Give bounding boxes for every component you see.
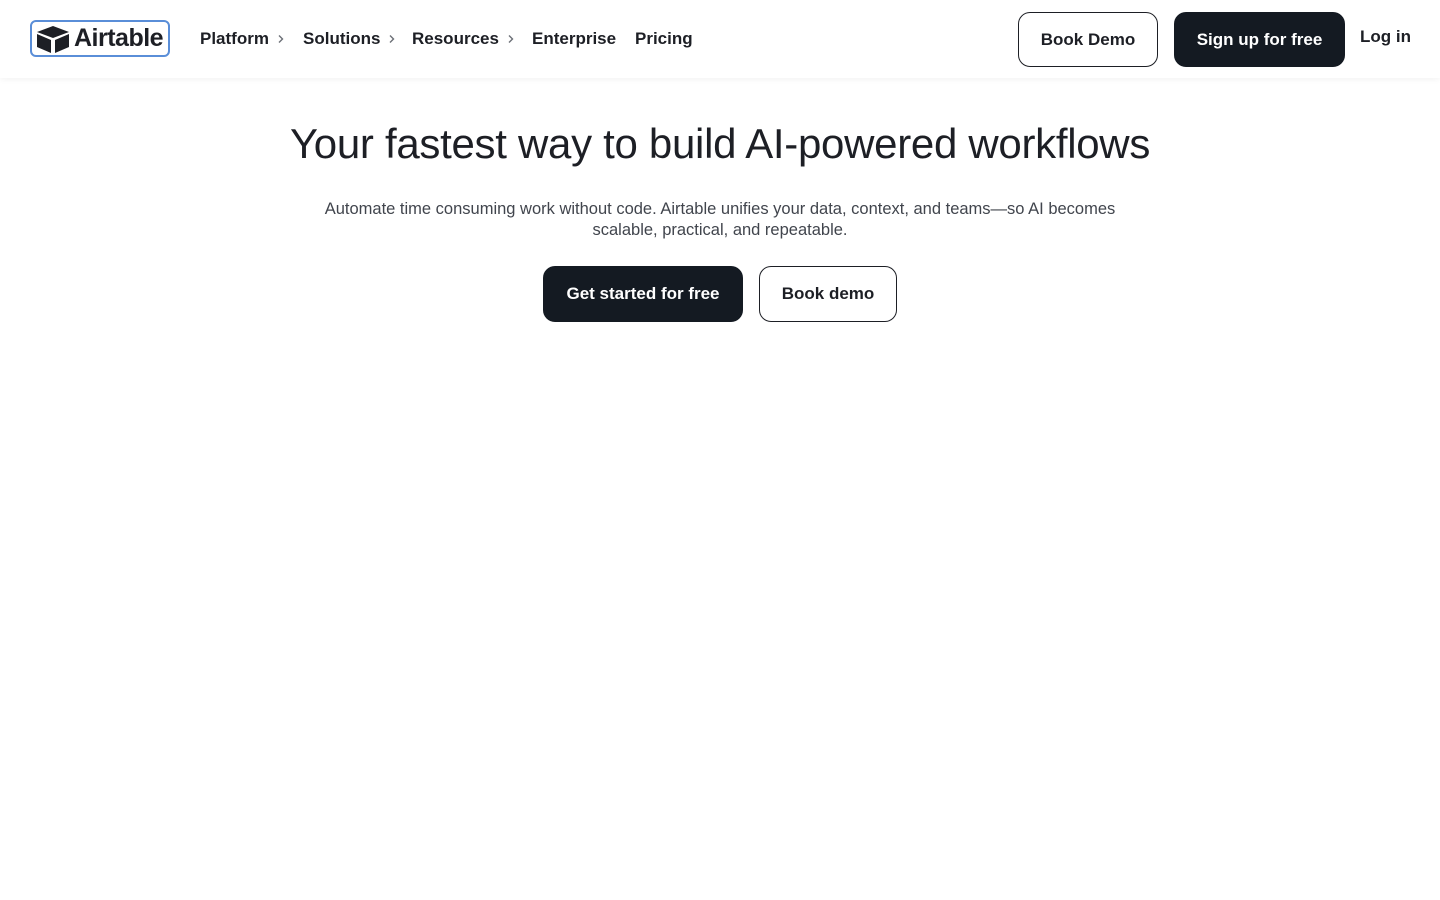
site-header: Airtable Platform Solutions Resources En… [0,0,1440,78]
get-started-button[interactable]: Get started for free [543,266,743,322]
nav-platform[interactable]: Platform [200,27,286,51]
nav-resources[interactable]: Resources [412,27,516,51]
nav-solutions-label: Solutions [303,29,381,48]
login-link[interactable]: Log in [1360,27,1411,47]
nav-solutions[interactable]: Solutions [303,27,397,51]
hero-book-demo-button[interactable]: Book demo [759,266,897,322]
hero-subtitle-line-2: scalable, practical, and repeatable. [592,221,848,239]
nav-resources-label: Resources [412,29,499,48]
chevron-right-icon [389,35,395,43]
airtable-logo-link[interactable]: Airtable [30,20,170,57]
chevron-right-icon [278,35,284,43]
book-demo-button[interactable]: Book Demo [1018,12,1158,67]
nav-pricing-label: Pricing [635,29,693,48]
hero-title: Your fastest way to build AI-powered wor… [289,120,1151,167]
nav-platform-label: Platform [200,29,269,48]
airtable-cube-icon [37,25,69,53]
nav-enterprise-label: Enterprise [532,29,617,48]
brand-name: Airtable [74,24,164,52]
hero-subtitle-line-1: Automate time consuming work without cod… [324,200,1116,218]
nav-pricing[interactable]: Pricing [635,27,693,51]
nav-enterprise[interactable]: Enterprise [532,27,616,51]
hero-subtitle: Automate time consuming work without cod… [300,199,1140,241]
chevron-right-icon [508,35,514,43]
signup-button[interactable]: Sign up for free [1174,12,1345,67]
